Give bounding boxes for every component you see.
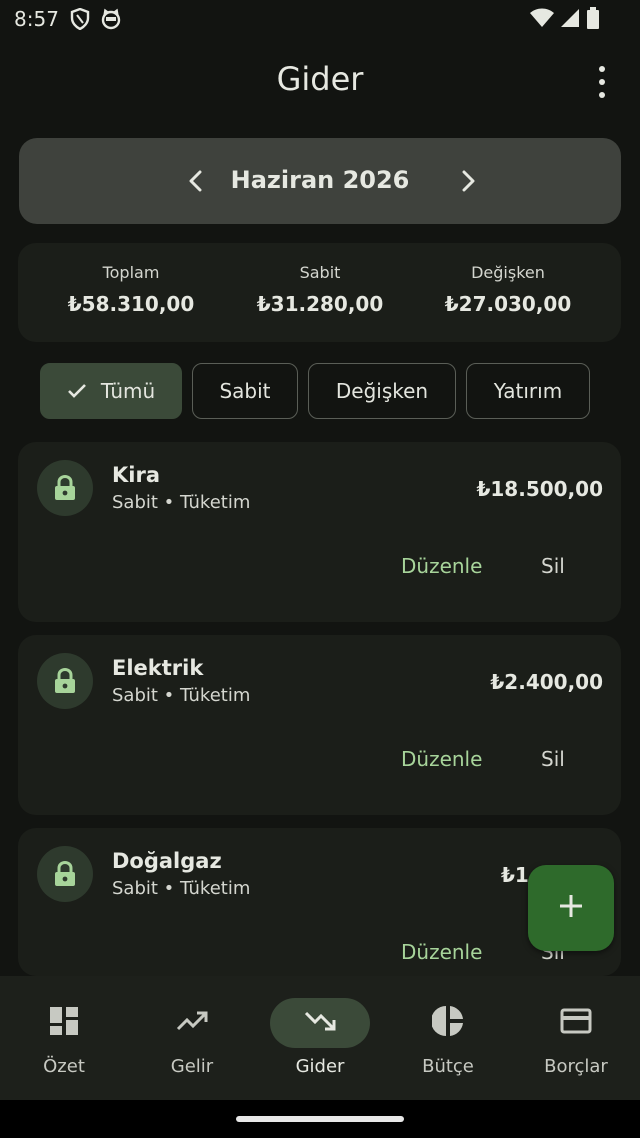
wifi-icon [530, 8, 554, 32]
add-expense-button[interactable] [528, 865, 614, 951]
expense-meta: Sabit • Tüketim [112, 685, 251, 706]
summary-fixed-label: Sabit [299, 263, 341, 282]
shield-icon [70, 7, 90, 34]
summary-fixed-value: ₺31.280,00 [256, 292, 384, 316]
lock-icon [37, 653, 93, 709]
lock-icon [37, 460, 93, 516]
summary-variable-label: Değişken [471, 263, 545, 282]
summary-total-label: Toplam [102, 263, 160, 282]
nav-label: Gider [295, 1056, 345, 1077]
trending-up-icon [176, 1010, 208, 1036]
expense-amount: ₺2.400,00 [490, 670, 603, 694]
chevron-right-icon[interactable] [451, 164, 485, 198]
status-bar: 8:57 [0, 0, 640, 38]
filter-chip-label: Değişken [335, 379, 429, 403]
home-gesture-bar[interactable] [236, 1116, 404, 1122]
expense-name: Doğalgaz [112, 849, 222, 873]
delete-button[interactable]: Sil [541, 747, 565, 771]
nav-label: Özet [43, 1056, 85, 1077]
nav-item-debts[interactable]: Borçlar [512, 976, 640, 1100]
filter-chip-label: Tümü [100, 379, 156, 403]
edit-button[interactable]: Düzenle [401, 747, 482, 771]
summary-total: Toplam ₺58.310,00 [31, 263, 231, 316]
lock-icon [37, 846, 93, 902]
nav-label: Gelir [170, 1056, 214, 1077]
summary-fixed: Sabit ₺31.280,00 [220, 263, 420, 316]
more-vert-icon[interactable] [588, 66, 616, 98]
month-label: Haziran 2026 [230, 166, 410, 194]
dashboard-icon [49, 1006, 79, 1040]
signal-icon [560, 8, 580, 32]
edit-button[interactable]: Düzenle [401, 940, 482, 964]
summary-card: Toplam ₺58.310,00 Sabit ₺31.280,00 Değiş… [18, 243, 621, 342]
cat-icon [100, 8, 122, 34]
trending-down-icon [304, 1010, 336, 1036]
summary-variable-value: ₺27.030,00 [444, 292, 572, 316]
expense-name: Kira [112, 463, 160, 487]
battery-icon [586, 7, 600, 33]
summary-total-value: ₺58.310,00 [67, 292, 195, 316]
filter-chip-label: Sabit [219, 379, 271, 403]
edit-button[interactable]: Düzenle [401, 554, 482, 578]
filter-chip-label: Yatırım [493, 379, 563, 403]
nav-label: Bütçe [422, 1056, 474, 1077]
status-time: 8:57 [14, 7, 59, 31]
app-bar: Gider [0, 48, 640, 114]
nav-label: Borçlar [544, 1056, 608, 1077]
page-title: Gider [276, 60, 364, 98]
filter-chip-variable[interactable]: Değişken [308, 363, 456, 419]
check-icon [67, 383, 87, 399]
nav-item-income[interactable]: Gelir [128, 976, 256, 1100]
filter-chip-fixed[interactable]: Sabit [192, 363, 298, 419]
delete-button[interactable]: Sil [541, 554, 565, 578]
month-selector: Haziran 2026 [19, 138, 621, 224]
bottom-nav: Özet Gelir Gider Bütçe Borçlar [0, 976, 640, 1100]
expense-meta: Sabit • Tüketim [112, 492, 251, 513]
expense-amount: ₺18.500,00 [476, 477, 603, 501]
expense-card[interactable]: Elektrik Sabit • Tüketim ₺2.400,00 Düzen… [18, 635, 621, 815]
credit-card-icon [560, 1008, 592, 1038]
gesture-area [0, 1100, 640, 1138]
nav-item-budget[interactable]: Bütçe [384, 976, 512, 1100]
pie-chart-icon [431, 1005, 464, 1041]
expense-name: Elektrik [112, 656, 204, 680]
nav-item-overview[interactable]: Özet [0, 976, 128, 1100]
filter-chip-investment[interactable]: Yatırım [466, 363, 590, 419]
expense-meta: Sabit • Tüketim [112, 878, 251, 899]
summary-variable: Değişken ₺27.030,00 [408, 263, 608, 316]
filter-chip-all[interactable]: Tümü [40, 363, 182, 419]
nav-item-expense[interactable]: Gider [256, 976, 384, 1100]
add-icon [558, 893, 584, 923]
expense-card[interactable]: Kira Sabit • Tüketim ₺18.500,00 Düzenle … [18, 442, 621, 622]
